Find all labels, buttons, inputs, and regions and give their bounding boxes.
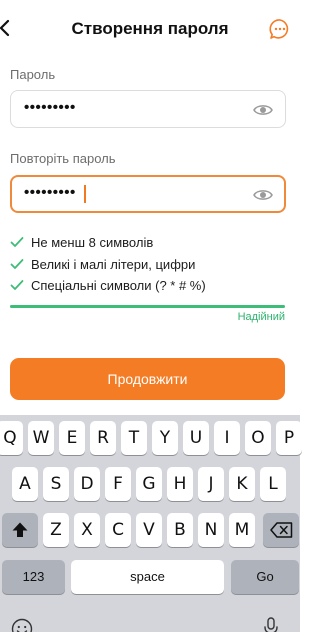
password-value: ••••••••• — [24, 99, 76, 116]
key-q[interactable]: Q — [0, 421, 23, 455]
key-m[interactable]: M — [229, 513, 255, 547]
key-k[interactable]: K — [229, 467, 255, 501]
backspace-icon — [270, 522, 293, 538]
password-strength-fill — [10, 305, 285, 308]
emoji-icon[interactable] — [11, 618, 33, 632]
key-i[interactable]: I — [214, 421, 240, 455]
checkmark-icon — [10, 259, 24, 269]
confirm-password-value: ••••••••• — [24, 184, 76, 201]
key-v[interactable]: V — [136, 513, 162, 547]
continue-button[interactable]: Продовжити — [10, 358, 285, 400]
password-field[interactable]: ••••••••• — [10, 90, 286, 128]
key-r[interactable]: R — [90, 421, 116, 455]
checkmark-icon — [10, 280, 24, 290]
shift-arrow-icon — [12, 522, 28, 537]
confirm-password-field[interactable]: ••••••••• — [10, 175, 286, 213]
key-y[interactable]: Y — [152, 421, 178, 455]
password-strength-bar — [10, 305, 285, 308]
checkmark-icon — [10, 237, 24, 247]
text-caret — [84, 185, 86, 203]
backspace-key[interactable] — [263, 513, 299, 547]
page-title: Створення пароля — [71, 19, 229, 38]
chat-support-icon[interactable] — [269, 18, 291, 40]
key-o[interactable]: O — [245, 421, 271, 455]
key-g[interactable]: G — [136, 467, 162, 501]
show-password-eye-icon[interactable] — [253, 102, 273, 118]
key-a[interactable]: A — [12, 467, 38, 501]
shift-key[interactable] — [2, 513, 38, 547]
space-key[interactable]: space — [71, 560, 224, 594]
requirement-text: Не менш 8 символів — [31, 235, 154, 250]
key-z[interactable]: Z — [43, 513, 69, 547]
key-n[interactable]: N — [198, 513, 224, 547]
key-w[interactable]: W — [28, 421, 54, 455]
numbers-key[interactable]: 123 — [2, 560, 65, 594]
on-screen-keyboard: 123 space Go QWERTYUIOP ASDFGHJKL ZXCVBNM — [0, 415, 302, 632]
key-e[interactable]: E — [59, 421, 85, 455]
confirm-password-label: Повторіть пароль — [10, 151, 116, 166]
password-label: Пароль — [10, 67, 56, 82]
password-strength-label: Надійний — [237, 311, 285, 323]
key-j[interactable]: J — [198, 467, 224, 501]
key-t[interactable]: T — [121, 421, 147, 455]
key-x[interactable]: X — [74, 513, 100, 547]
key-s[interactable]: S — [43, 467, 69, 501]
microphone-icon[interactable] — [263, 617, 279, 632]
key-l[interactable]: L — [260, 467, 286, 501]
key-c[interactable]: C — [105, 513, 131, 547]
key-p[interactable]: P — [276, 421, 302, 455]
key-b[interactable]: B — [167, 513, 193, 547]
key-d[interactable]: D — [74, 467, 100, 501]
go-key[interactable]: Go — [231, 560, 299, 594]
key-h[interactable]: H — [167, 467, 193, 501]
show-confirm-password-eye-icon[interactable] — [253, 187, 273, 203]
header: Створення пароля — [0, 0, 300, 56]
key-u[interactable]: U — [183, 421, 209, 455]
requirement-text: Спеціальні символи (? * # %) — [31, 278, 206, 293]
key-f[interactable]: F — [105, 467, 131, 501]
requirement-text: Великі і малі літери, цифри — [31, 257, 196, 272]
